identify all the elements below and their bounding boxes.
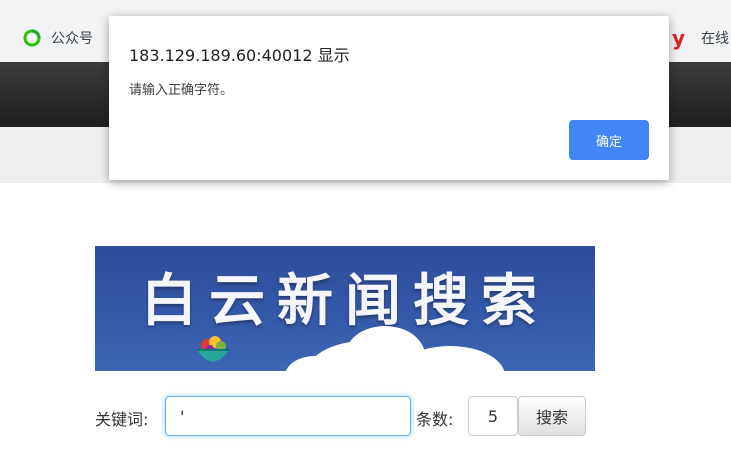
y-logo-icon: y	[672, 26, 686, 50]
keyword-input[interactable]	[165, 396, 411, 436]
count-input[interactable]	[468, 396, 518, 436]
bookmark-wechat[interactable]: 公众号	[22, 26, 93, 50]
banner-title: 白云新闻搜索	[141, 268, 549, 334]
bookmark-label: 在线	[701, 31, 729, 47]
page: 公众号 y 在线 白云新闻搜索 关键词: 条数: 搜索 183	[0, 0, 731, 476]
count-label: 条数:	[416, 410, 454, 429]
keyword-label: 关键词:	[95, 410, 149, 429]
search-button[interactable]: 搜索	[518, 396, 586, 436]
alert-message: 请输入正确字符。	[129, 83, 234, 98]
alert-ok-button[interactable]: 确定	[569, 120, 649, 160]
alert-dialog: 183.129.189.60:40012 显示 请输入正确字符。 确定	[109, 16, 669, 180]
banner-image: 白云新闻搜索	[95, 246, 595, 371]
fruit-bowl-icon	[197, 336, 229, 362]
bookmark-label: 公众号	[51, 31, 93, 47]
alert-title: 183.129.189.60:40012 显示	[129, 46, 350, 65]
bookmark-online[interactable]: y 在线	[672, 26, 729, 50]
wechat-icon	[23, 29, 41, 47]
